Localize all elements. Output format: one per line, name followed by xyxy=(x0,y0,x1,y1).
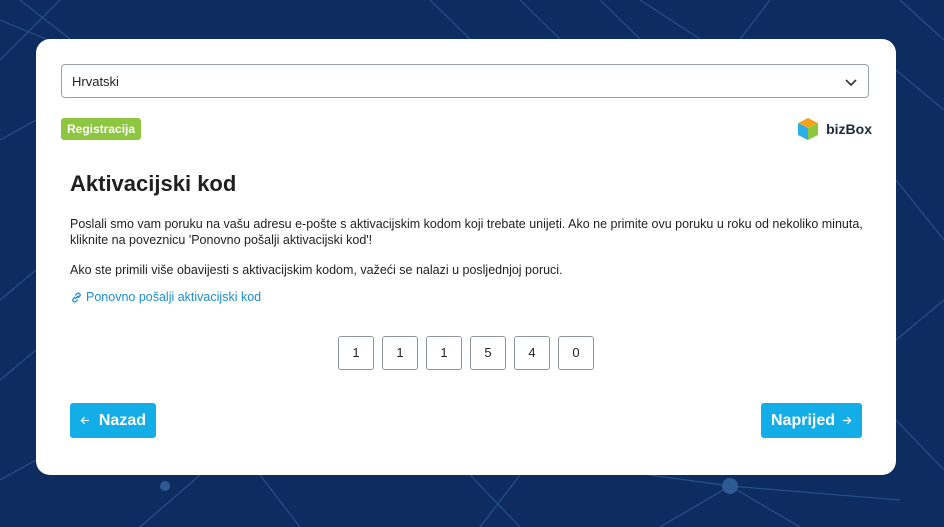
code-digit-input-5[interactable]: 4 xyxy=(514,336,550,370)
next-button[interactable]: Naprijed xyxy=(761,403,862,438)
page-title: Aktivacijski kod xyxy=(70,171,237,196)
resend-code-link[interactable]: Ponovno pošalji aktivacijski kod xyxy=(70,290,261,304)
registration-card: Hrvatski Registracija bizBox Aktivacijsk… xyxy=(36,39,896,475)
next-button-label: Naprijed xyxy=(771,411,836,429)
instructions-paragraph: Poslali smo vam poruku na vašu adresu e-… xyxy=(70,217,863,247)
language-select[interactable]: Hrvatski xyxy=(61,64,869,98)
info-paragraph: Ako ste primili više obavijesti s aktiva… xyxy=(70,263,563,277)
arrow-right-icon xyxy=(842,416,852,425)
code-digit-input-6[interactable]: 0 xyxy=(558,336,594,370)
resend-code-link-label: Ponovno pošalji aktivacijski kod xyxy=(86,290,262,304)
cube-logo-icon xyxy=(798,118,819,140)
language-select-value: Hrvatski xyxy=(72,74,119,89)
brand-logo: bizBox xyxy=(796,117,872,141)
chevron-down-icon xyxy=(845,79,857,87)
back-button[interactable]: Nazad xyxy=(70,403,156,438)
link-icon xyxy=(72,292,81,302)
registration-badge: Registracija xyxy=(61,118,142,140)
code-digit-input-4[interactable]: 5 xyxy=(470,336,506,370)
back-button-label: Nazad xyxy=(98,411,146,429)
arrow-left-icon xyxy=(80,416,90,425)
code-digit-input-3[interactable]: 1 xyxy=(426,336,462,370)
code-digit-input-1[interactable]: 1 xyxy=(338,336,374,370)
activation-code-inputs: 1 1 1 5 4 0 xyxy=(338,336,602,370)
brand-name: bizBox xyxy=(826,121,872,137)
code-digit-input-2[interactable]: 1 xyxy=(382,336,418,370)
